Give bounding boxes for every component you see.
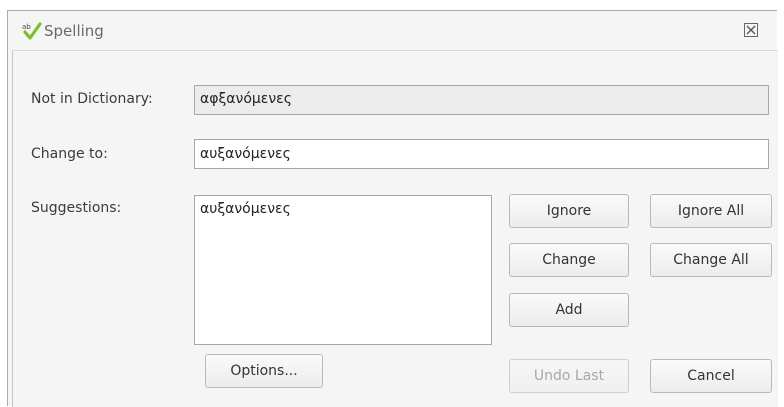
window-title: Spelling bbox=[44, 22, 104, 40]
ignore-all-button[interactable]: Ignore All bbox=[650, 194, 772, 228]
add-button[interactable]: Add bbox=[509, 293, 629, 327]
options-button[interactable]: Options... bbox=[205, 354, 323, 388]
suggestions-list[interactable]: αυξανόμενες bbox=[194, 195, 492, 345]
not-in-dictionary-label: Not in Dictionary: bbox=[31, 91, 153, 107]
ignore-button[interactable]: Ignore bbox=[509, 194, 629, 228]
change-button[interactable]: Change bbox=[509, 243, 629, 277]
cancel-button[interactable]: Cancel bbox=[650, 359, 772, 393]
suggestions-label: Suggestions: bbox=[31, 200, 122, 216]
not-in-dictionary-field: αφξανόμενες bbox=[194, 85, 769, 115]
undo-last-button: Undo Last bbox=[509, 359, 629, 393]
spellcheck-icon: ab bbox=[22, 21, 42, 41]
change-to-label: Change to: bbox=[31, 146, 108, 162]
spelling-dialog: ab Spelling Not in Dictionary: αφξανόμεν… bbox=[7, 10, 778, 407]
dialog-content: Not in Dictionary: αφξανόμενες Change to… bbox=[12, 50, 778, 407]
svg-text:ab: ab bbox=[22, 23, 31, 31]
title-bar[interactable]: ab Spelling bbox=[8, 11, 777, 51]
close-icon[interactable] bbox=[743, 23, 759, 39]
list-item[interactable]: αυξανόμενες bbox=[200, 200, 486, 218]
change-to-input[interactable] bbox=[194, 139, 769, 169]
change-all-button[interactable]: Change All bbox=[650, 243, 772, 277]
